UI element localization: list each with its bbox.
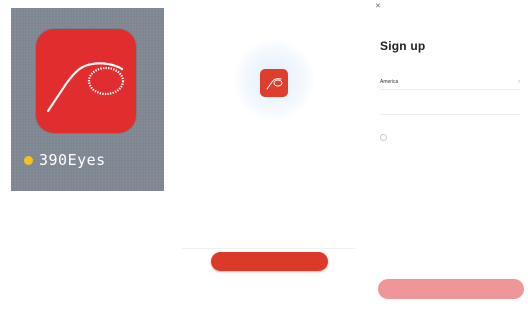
get-verification-code-button[interactable] xyxy=(378,279,524,299)
app-label-row: 390Eyes xyxy=(24,150,106,170)
welcome-screen-panel xyxy=(182,0,355,335)
390eyes-logo-icon xyxy=(46,62,125,113)
button-area-divider xyxy=(182,248,355,249)
country-value: America xyxy=(380,79,399,85)
chevron-right-icon: › xyxy=(518,79,520,85)
page-title: Sign up xyxy=(380,39,426,53)
country-selector[interactable]: America › xyxy=(380,75,520,90)
terms-agreement-row xyxy=(380,133,520,141)
agree-checkbox[interactable] xyxy=(380,133,387,141)
sign-in-button[interactable] xyxy=(211,252,328,271)
signup-screen-panel: ✕ Sign up America › xyxy=(369,0,528,335)
app-name-label: 390Eyes xyxy=(39,151,106,169)
welcome-logo xyxy=(260,69,288,97)
new-install-dot-icon xyxy=(24,155,33,165)
390eyes-app-icon[interactable] xyxy=(36,29,136,133)
close-icon[interactable]: ✕ xyxy=(375,3,385,11)
390eyes-logo-icon xyxy=(266,78,283,90)
account-input[interactable] xyxy=(380,100,520,115)
home-screen-panel: 390Eyes xyxy=(11,8,164,191)
